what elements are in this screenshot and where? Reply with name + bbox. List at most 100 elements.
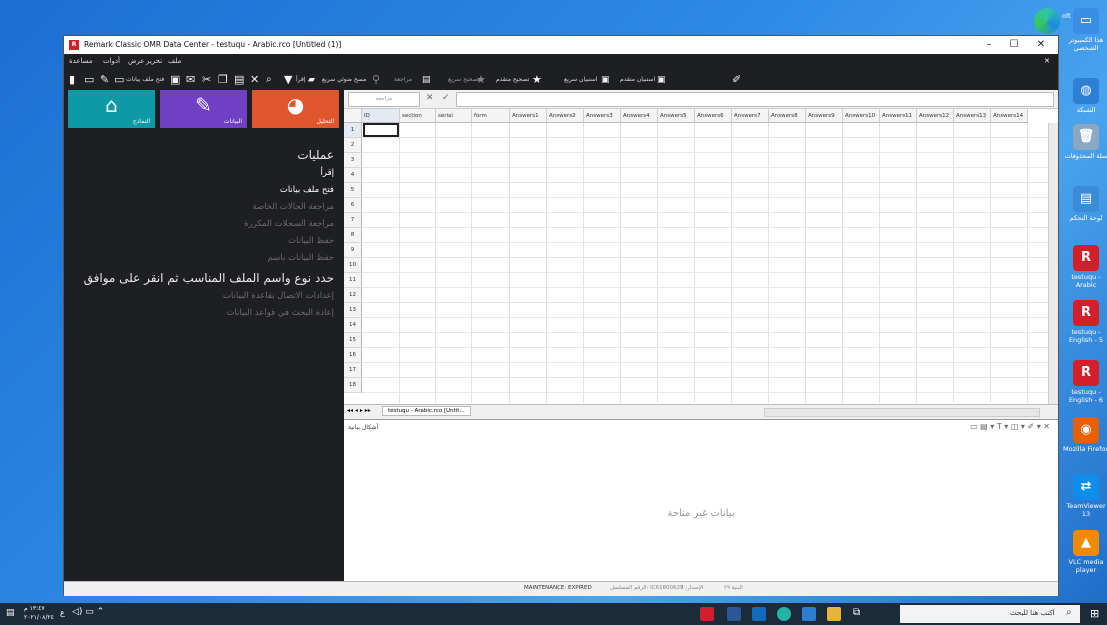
advanced-survey-label[interactable]: استبيان متقدم [620,76,655,83]
operation-item[interactable]: فتح ملف بيانات [64,185,334,195]
operation-item[interactable]: حفظ البيانات باسم [64,253,334,263]
column-header[interactable]: Answers3 [584,109,621,123]
open-data-icon[interactable]: ▭ [114,73,124,87]
operation-item[interactable]: مراجعة الحالات الخاصة [64,202,334,212]
taskbar-search-box[interactable]: اكتب هنا للبحث ⌕ [900,605,1080,623]
operation-item[interactable]: إعادة البحث في قواعد البيانات [64,308,334,318]
new-file-icon[interactable]: ▮ [69,73,75,87]
column-header[interactable]: Answers14 [991,109,1028,123]
close-button[interactable]: ✕ [1030,38,1052,52]
desktop-icon[interactable]: Rtestuqu - English - 5 [1062,300,1107,344]
desktop-icon[interactable]: ◍ الشبكة [1062,78,1107,114]
star-icon[interactable]: ★ [476,73,486,87]
grid-corner[interactable] [344,109,362,123]
chart-toolbar-icon[interactable]: ▭ ▤ ▾ T ▾ ◫ ▾ ✐ ▾ ✕ [970,422,1050,431]
row-header[interactable]: 15 [344,333,362,348]
row-header[interactable]: 7 [344,213,362,228]
review-combo[interactable]: مراجعة [348,92,420,107]
delete-icon[interactable]: ✕ [250,73,259,87]
column-header[interactable]: Answers12 [917,109,954,123]
desktop-icon[interactable]: ▲ VLC media player [1062,530,1107,574]
funnel-icon[interactable]: ⚲ [372,73,380,87]
edge-desktop-icon[interactable] [1034,8,1060,34]
desktop-icon[interactable]: ▤ لوحة التحكم [1062,186,1107,222]
desktop-icon[interactable]: ◉ Mozilla Firefox [1062,417,1107,453]
tile-data[interactable]: ✎ البيانات [160,90,247,128]
desktop-icon[interactable]: Rtestuqu - English - 6 [1062,360,1107,404]
save-icon[interactable]: ▣ [170,73,180,87]
word-taskbar-icon[interactable] [727,607,741,621]
active-cell[interactable] [363,123,399,137]
column-header[interactable]: form [472,109,510,123]
remark-taskbar-icon[interactable] [700,607,714,621]
desktop-icon[interactable]: ⇄ TeamViewer 13 [1062,474,1107,518]
row-header[interactable]: 4 [344,168,362,183]
review-icon[interactable]: ▤ [422,73,431,87]
row-header[interactable]: 12 [344,288,362,303]
column-header[interactable]: Answers2 [547,109,584,123]
column-header[interactable]: Answers7 [732,109,769,123]
column-header[interactable]: Answers4 [621,109,658,123]
sheet-tab[interactable]: testuqu - Arabic.rco [Untit... [382,406,471,416]
row-header[interactable]: 2 [344,138,362,153]
desktop-icon[interactable]: 🗑 سلة المحذوفات [1062,124,1107,160]
quick-scan-label[interactable]: مسح ضوئي سريع [322,76,366,83]
desktop-icon[interactable]: ▭ هذا الكمبيوتر الشخصي [1062,8,1107,52]
wand-icon[interactable]: ✐ [732,73,741,87]
operation-item[interactable]: إقرأ [64,168,334,178]
row-header[interactable]: 17 [344,363,362,378]
row-header[interactable]: 13 [344,303,362,318]
confirm-edit-button[interactable]: ✓ [442,93,450,103]
column-header[interactable]: Answers10 [843,109,880,123]
review-label[interactable]: مراجعة [394,76,412,83]
formula-input[interactable] [456,92,1054,107]
row-header[interactable]: 11 [344,273,362,288]
vertical-scrollbar[interactable] [1048,123,1058,404]
column-header[interactable]: serial [436,109,472,123]
menu-edit[interactable]: تحرير [146,57,162,65]
open-folder-icon[interactable]: ▭ [84,73,94,87]
explorer-taskbar-icon[interactable] [827,607,841,621]
row-header[interactable]: 6 [344,198,362,213]
open-data-label[interactable]: فتح ملف بيانات [126,76,164,83]
tray-icons[interactable]: ◁) ▭ ⌃ [72,607,104,617]
search-icon[interactable]: ⌕ [266,73,272,87]
scanner-icon[interactable]: ▰ [308,73,315,87]
menu-view[interactable]: عرض [128,57,145,65]
operation-item[interactable]: مراجعة السجلات المكررة [64,219,334,229]
horizontal-scrollbar[interactable] [764,408,1040,417]
row-header[interactable]: 18 [344,378,362,393]
minimize-button[interactable]: – [978,38,1000,52]
store-taskbar-icon[interactable] [802,607,816,621]
paste-icon[interactable]: ▤ [234,73,244,87]
language-indicator[interactable]: ع [60,608,65,617]
column-header[interactable]: Answers13 [954,109,991,123]
column-header[interactable]: Answers6 [695,109,732,123]
maximize-button[interactable]: ☐ [1003,38,1025,52]
column-header[interactable]: section [400,109,436,123]
column-header[interactable]: Answers11 [880,109,917,123]
cancel-edit-button[interactable]: ✕ [426,93,434,103]
row-header[interactable]: 9 [344,243,362,258]
operation-item[interactable]: حفظ البيانات [64,236,334,246]
notification-icon[interactable]: ▤ [6,608,15,618]
row-header[interactable]: 10 [344,258,362,273]
task-view-icon[interactable]: ⧉ [853,607,860,618]
pencil-icon[interactable]: ✎ [100,73,109,87]
star-filled-icon[interactable]: ★ [532,73,542,87]
read-label[interactable]: إقرأ [296,76,306,83]
column-header[interactable]: Answers1 [510,109,547,123]
row-header[interactable]: 5 [344,183,362,198]
menu-help[interactable]: مساعدة [69,57,93,65]
mail-icon[interactable]: ✉ [186,73,195,87]
inner-close-button[interactable]: ✕ [1044,57,1050,65]
column-header[interactable]: ID [362,109,400,123]
start-button-icon[interactable]: ⊞ [1090,607,1099,620]
edge-taskbar-icon[interactable] [777,607,791,621]
desktop-icon[interactable]: Rtestuqu - Arabic [1062,245,1107,289]
menu-file[interactable]: ملف [168,57,181,65]
tile-templates[interactable]: ⌂ النماذج [68,90,155,128]
operation-item[interactable]: إعدادات الاتصال بقاعدة البيانات [64,291,334,301]
column-header[interactable]: Answers8 [769,109,806,123]
mail-taskbar-icon[interactable] [752,607,766,621]
